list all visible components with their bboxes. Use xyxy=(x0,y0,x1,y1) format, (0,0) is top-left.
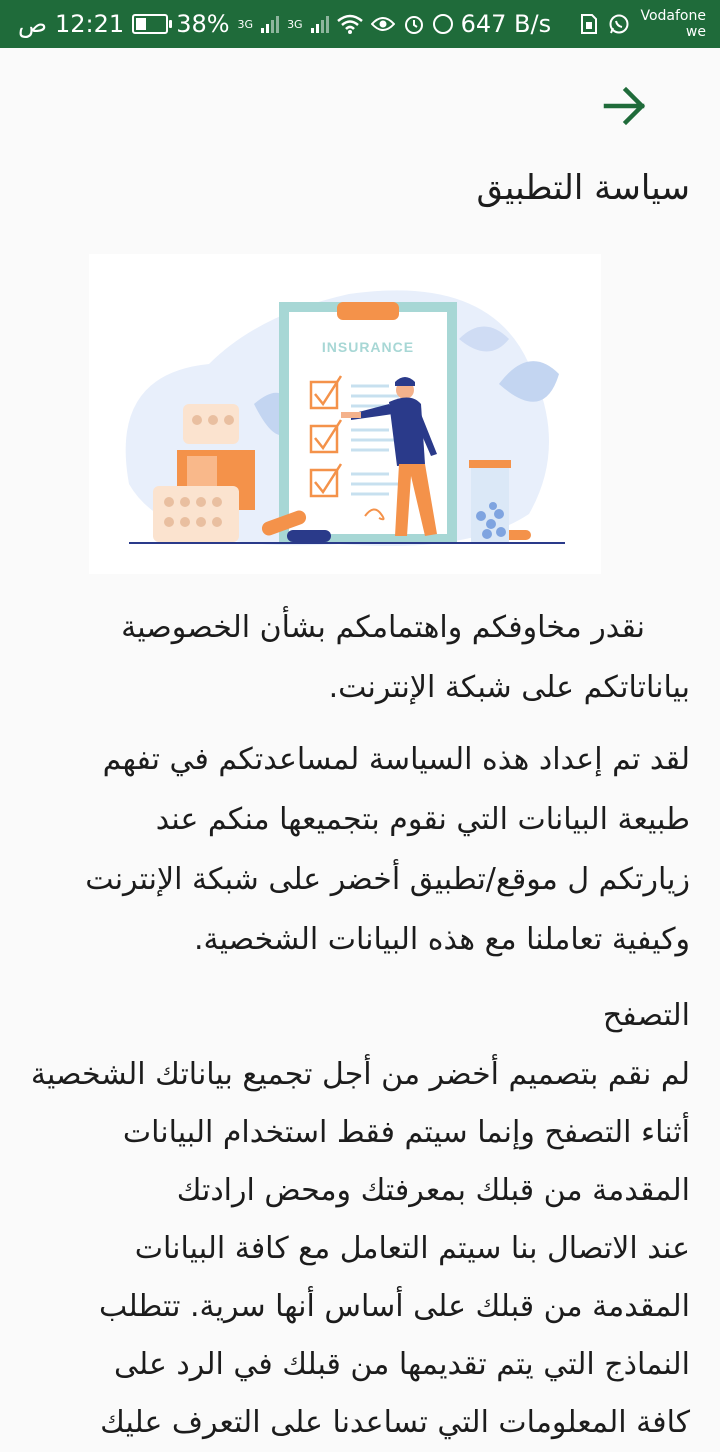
policy-content: نقدر مخاوفكم واهتمامكم بشأن الخصوصية بيا… xyxy=(0,598,690,1452)
paragraph-browsing: لم نقم بتصميم أخضر من أجل تجميع بياناتك … xyxy=(0,1046,690,1452)
text-line: المقدمة من قبلك بمعرفتك ومحض ارادتك xyxy=(176,1173,690,1208)
sim-icon xyxy=(581,14,598,34)
network-type-2: 3G xyxy=(287,17,303,31)
alarm-icon xyxy=(404,16,423,34)
battery-percent: 38% xyxy=(176,10,230,38)
text-line: النماذج التي يتم تقديمها من قبلك في الرد… xyxy=(114,1347,690,1382)
paragraph-purpose: لقد تم إعداد هذه السياسة لمساعدتكم في تف… xyxy=(0,730,690,970)
text-line: طبيعة البيانات التي نقوم بتجميعها منكم ع… xyxy=(155,802,690,837)
back-button[interactable] xyxy=(600,80,652,132)
text-line: لم نقم بتصميم أخضر من أجل تجميع بياناتك … xyxy=(30,1057,690,1092)
paragraph-intro-cont: بياناتاتكم على شبكة الإنترنت. xyxy=(0,658,690,718)
text-line: نقدر مخاوفكم واهتمامكم بشأن الخصوصية xyxy=(121,610,645,645)
whatsapp-icon xyxy=(609,14,629,34)
am-pm-indicator: ص xyxy=(18,10,48,38)
signal-icon xyxy=(310,15,329,33)
carrier-line-2: we xyxy=(685,24,706,40)
status-left: ص 12:21 38% 3G 3G 647 B/s xyxy=(18,0,551,48)
status-right: Vodafone we xyxy=(580,0,706,48)
network-speed: 647 B/s xyxy=(460,10,552,38)
insurance-illustration: INSURANCE xyxy=(89,254,601,574)
carrier-line-1: Vodafone xyxy=(640,8,706,24)
page-title: سياسة التطبيق xyxy=(476,168,690,208)
text-line: عند الاتصال بنا سيتم التعامل مع كافة الب… xyxy=(134,1231,690,1266)
text-line: بياناتاتكم على شبكة الإنترنت. xyxy=(328,670,690,705)
arrow-right-icon xyxy=(603,86,646,126)
text-line: كافة المعلومات التي تساعدنا على التعرف ع… xyxy=(100,1405,690,1440)
text-line: المقدمة من قبلك على أساس أنها سرية. تتطل… xyxy=(99,1289,690,1324)
text-line: لقد تم إعداد هذه السياسة لمساعدتكم في تف… xyxy=(102,742,690,777)
wifi-icon xyxy=(336,14,363,34)
eye-icon xyxy=(370,17,395,31)
carrier-name: Vodafone we xyxy=(640,8,706,40)
signal-icon xyxy=(261,15,280,33)
status-bar: ص 12:21 38% 3G 3G 647 B/s Vodafone we xyxy=(0,0,720,48)
text-line: أثناء التصفح وإنما سيتم فقط استخدام البي… xyxy=(122,1115,690,1150)
battery-icon xyxy=(132,14,173,34)
insurance-label: INSURANCE xyxy=(322,339,414,355)
text-line: زيارتكم ل موقع/تطبيق أخضر على شبكة الإنت… xyxy=(85,862,690,897)
section-heading: التصفح xyxy=(602,998,690,1033)
network-type-1: 3G xyxy=(237,17,254,31)
paragraph-intro: نقدر مخاوفكم واهتمامكم بشأن الخصوصية xyxy=(85,598,645,658)
clock: 12:21 xyxy=(55,10,125,38)
data-saver-icon xyxy=(432,14,453,34)
text-line: وكيفية تعاملنا مع هذه البيانات الشخصية. xyxy=(193,922,690,957)
